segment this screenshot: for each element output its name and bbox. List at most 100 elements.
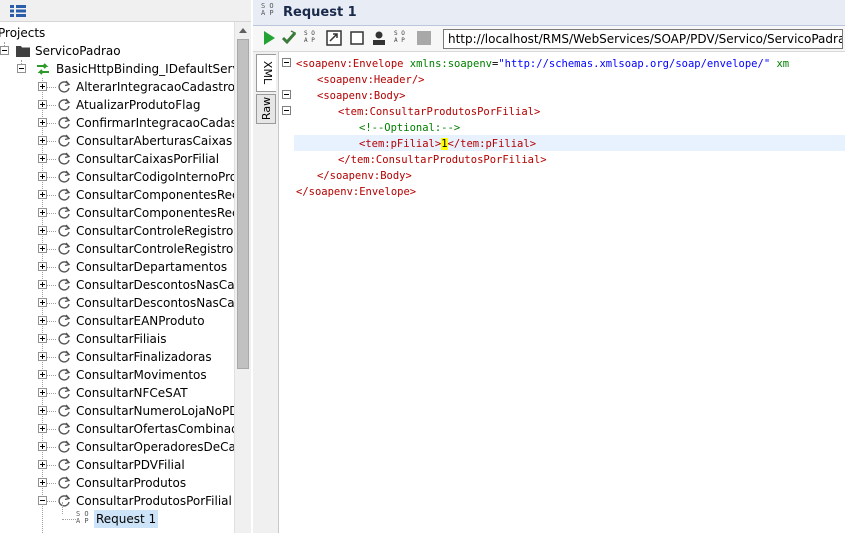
operation-expand-icon[interactable] [38, 262, 47, 271]
tree-operation-row[interactable]: ConsultarComponentesReceit [0, 186, 234, 204]
disabled-square-icon[interactable] [416, 30, 432, 46]
tree-operation-row[interactable]: ConsultarComponentesReceit [0, 204, 234, 222]
operation-expand-icon[interactable] [38, 478, 47, 487]
code-line-1: <soapenv:Envelope xmlns:soapenv="http://… [296, 58, 790, 70]
operation-expand-icon[interactable] [38, 352, 47, 361]
tree-binding-row[interactable]: BasicHttpBinding_IDefaultService [0, 60, 234, 78]
tree-project-row[interactable]: ServicoPadrao [0, 42, 234, 60]
operation-expand-icon[interactable] [38, 280, 47, 289]
operation-expand-icon[interactable] [38, 442, 47, 451]
tree-operation-row[interactable]: ConsultarDescontosNasCateg [0, 276, 234, 294]
operation-expand-icon[interactable] [38, 406, 47, 415]
tree-request-row[interactable]: S OA P Request 1 [0, 502, 234, 528]
stop-icon[interactable] [349, 30, 365, 46]
soap-action-icon[interactable]: S OA P [304, 30, 320, 46]
operation-refresh-icon [58, 188, 71, 201]
operation-label: ConsultarNumeroLojaNoPDV [76, 404, 234, 418]
operation-refresh-icon [58, 422, 71, 435]
tree-operation-row[interactable]: AtualizarProdutoFlag [0, 96, 234, 114]
tree-operation-row[interactable]: ConsultarNumeroLojaNoPDV [0, 402, 234, 420]
operation-expand-icon[interactable] [38, 298, 47, 307]
tree-operation-row[interactable]: ConsultarAberturasCaixas [0, 132, 234, 150]
tree-operation-row[interactable]: ConsultarMovimentos [0, 366, 234, 384]
operation-label: ConsultarProdutos [76, 476, 187, 490]
folder-icon [16, 46, 30, 57]
operation-expand-icon[interactable] [38, 226, 47, 235]
operation-expand-icon[interactable] [38, 172, 47, 181]
binding-expander[interactable] [17, 64, 26, 73]
fold-envelope-icon[interactable] [282, 58, 291, 67]
operation-refresh-icon [58, 476, 71, 489]
operation-expand-icon[interactable] [38, 388, 47, 397]
operation-refresh-icon [58, 98, 71, 111]
tree-operation-row[interactable]: ConsultarFiliais [0, 330, 234, 348]
run-icon[interactable] [261, 30, 277, 46]
tree-operation-row[interactable]: ConsultarOperadoresDeCaixa [0, 438, 234, 456]
navigator-scrollbar[interactable] [234, 22, 251, 533]
operation-label: ConfirmarIntegracaoCadastro [76, 116, 234, 130]
operation-expand-icon[interactable] [38, 136, 47, 145]
operation-expand-icon[interactable] [38, 82, 47, 91]
operation-label: ConsultarEANProduto [76, 314, 205, 328]
operation-label: ConsultarDepartamentos [76, 260, 228, 274]
tab-xml[interactable]: XML [256, 54, 276, 92]
code-line-6: <tem:pFilial>1</tem:pFilial> [359, 138, 537, 150]
operation-label: ConsultarControleRegistroExp [76, 242, 234, 256]
tree-operation-row[interactable]: ConsultarOfertasCombinadas [0, 420, 234, 438]
operation-expand-icon[interactable] [38, 190, 47, 199]
operation-expand-icon[interactable] [38, 370, 47, 379]
fold-body-icon[interactable] [282, 90, 291, 99]
tree-operation-row[interactable]: ConsultarFinalizadoras [0, 348, 234, 366]
tree-operation-row[interactable]: ConsultarControleRegistroExp [0, 222, 234, 240]
operation-label: ConsultarDescontosNasCateg [76, 296, 234, 310]
tree-operation-row[interactable]: ConsultarCodigoInternoProdu [0, 168, 234, 186]
xml-editor[interactable]: <soapenv:Envelope xmlns:soapenv="http://… [280, 52, 845, 533]
operation-label: ConsultarFinalizadoras [76, 350, 212, 364]
binding-arrows-icon [37, 63, 49, 75]
tree-operation-row[interactable]: ConsultarNFCeSAT [0, 384, 234, 402]
tree-operation-row[interactable]: ConsultarDepartamentos [0, 258, 234, 276]
auth-user-icon[interactable] [371, 30, 387, 46]
tree-operation-row[interactable]: ConsultarCaixasPorFilial [0, 150, 234, 168]
operation-expand-icon[interactable] [38, 316, 47, 325]
operation-label: AlterarIntegracaoCadastro [76, 80, 234, 94]
operation-expand-icon[interactable] [38, 118, 47, 127]
code-line-9: </soapenv:Envelope> [296, 186, 417, 198]
project-expander[interactable] [0, 46, 9, 55]
operation-expand-icon[interactable] [38, 460, 47, 469]
operation-expand-icon[interactable] [38, 208, 47, 217]
operation-expand-icon[interactable] [38, 100, 47, 109]
tree-operation-row[interactable]: ConsultarEANProduto [0, 312, 234, 330]
operation-label: ConsultarFiliais [76, 332, 167, 346]
validate-icon[interactable] [281, 30, 297, 46]
endpoint-url-field[interactable]: http://localhost/RMS/WebServices/SOAP/PD… [443, 29, 843, 49]
tree-operation-row[interactable]: ConsultarControleRegistroExp [0, 240, 234, 258]
fold-operation-icon[interactable] [282, 106, 291, 115]
operation-expand-icon[interactable] [38, 424, 47, 433]
project-tree[interactable]: Projects ServicoPadrao BasicHttpBinding_… [0, 22, 234, 533]
collapse-all-icon[interactable] [10, 5, 26, 17]
maximize-icon[interactable] [326, 30, 342, 46]
tree-operation-row[interactable]: AlterarIntegracaoCadastro [0, 78, 234, 96]
tab-raw[interactable]: Raw [256, 94, 276, 124]
request-label: Request 1 [94, 510, 159, 528]
tree-operation-row[interactable]: ConfirmarIntegracaoCadastro [0, 114, 234, 132]
tree-operation-row[interactable]: ConsultarPDVFilial [0, 456, 234, 474]
operation-refresh-icon [58, 170, 71, 183]
operation-expand-icon[interactable] [38, 154, 47, 163]
code-line-4: <tem:ConsultarProdutosPorFilial> [338, 106, 541, 118]
tree-operation-row[interactable]: ConsultarDescontosNasCateg [0, 294, 234, 312]
operation-collapse-icon[interactable] [38, 496, 47, 505]
operation-label: AtualizarProdutoFlag [76, 98, 201, 112]
operation-refresh-icon [58, 332, 71, 345]
operation-expand-icon[interactable] [38, 244, 47, 253]
tree-operation-row[interactable]: ConsultarProdutos [0, 474, 234, 492]
soap-logo-icon: S O A P [261, 2, 274, 17]
operation-label: ConsultarOperadoresDeCaixa [76, 440, 234, 454]
scrollbar-thumb[interactable] [237, 39, 249, 369]
operation-label: ConsultarMovimentos [76, 368, 207, 382]
tree-operation-row[interactable]: ConsultarProdutosPorFilial [0, 492, 234, 510]
soap-version-icon[interactable]: S OA P [394, 30, 410, 46]
operation-expand-icon[interactable] [38, 334, 47, 343]
scroll-up-arrow-icon[interactable] [235, 22, 251, 39]
